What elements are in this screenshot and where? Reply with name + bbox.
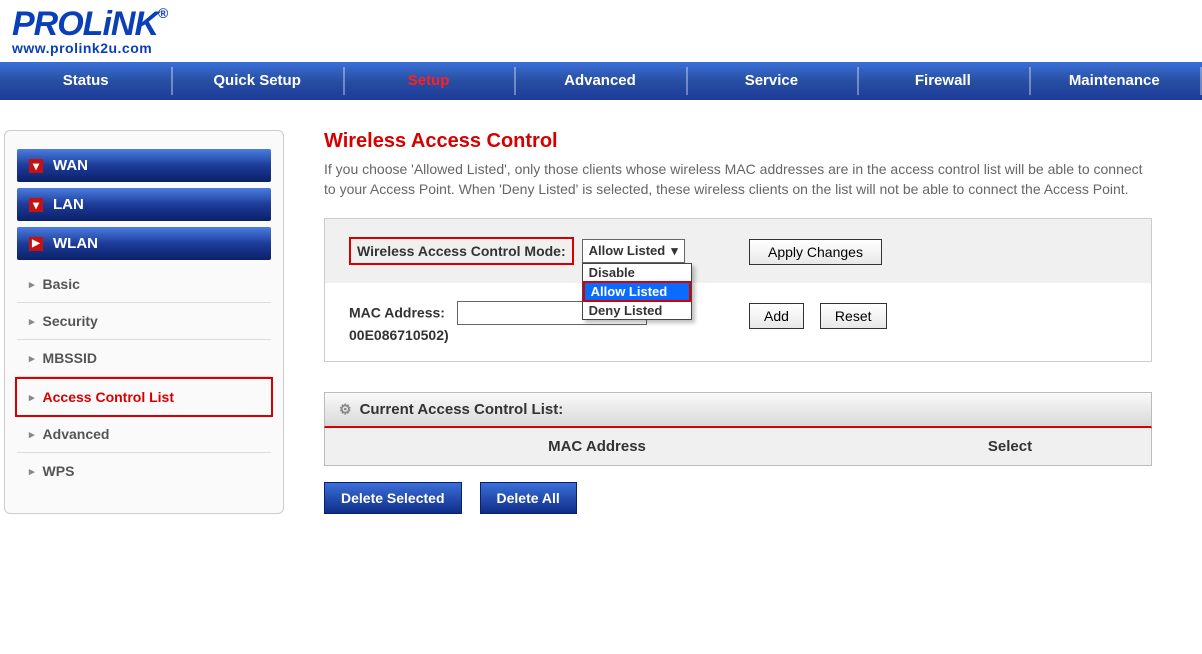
mode-dropdown-button[interactable]: Allow Listed <box>582 239 685 263</box>
tab-service[interactable]: Service <box>686 62 857 100</box>
sidebar-sub-basic[interactable]: ▸ Basic <box>17 266 271 303</box>
sidebar-item-lan[interactable]: LAN <box>17 188 271 221</box>
sidebar-sub-acl[interactable]: ▸ Access Control List <box>15 377 273 417</box>
acl-section-title: Current Access Control List: <box>360 401 564 418</box>
mac-row: MAC Address: 00E086710502) Add Reset <box>325 283 1151 361</box>
sidebar-sub-label: Access Control List <box>43 389 174 405</box>
col-select-header: Select <box>869 428 1151 465</box>
mode-dropdown[interactable]: Allow Listed Disable Allow Listed Deny L… <box>582 239 685 263</box>
chevron-down-icon <box>29 159 43 173</box>
sidebar-label-wan: WAN <box>53 157 88 174</box>
brand-reg: ® <box>158 5 167 21</box>
acl-table: MAC Address Select <box>324 428 1152 466</box>
header-bar: PROLiNK® www.prolink2u.com <box>0 0 1202 56</box>
sidebar-sub-label: Basic <box>43 276 80 292</box>
delete-selected-button[interactable]: Delete Selected <box>324 482 462 514</box>
bullet-icon: ▸ <box>29 428 35 441</box>
sidebar-label-wlan: WLAN <box>53 235 98 252</box>
mac-example: 00E086710502) <box>349 327 749 343</box>
main-nav: Status Quick Setup Setup Advanced Servic… <box>0 62 1202 100</box>
tab-setup[interactable]: Setup <box>343 62 514 100</box>
mac-label: MAC Address: <box>349 304 445 320</box>
apply-changes-button[interactable]: Apply Changes <box>749 239 882 265</box>
sidebar: WAN LAN WLAN ▸ Basic ▸ Security ▸ MBSSID ▸ A… <box>4 130 284 514</box>
sidebar-sub-label: Advanced <box>43 426 110 442</box>
delete-all-button[interactable]: Delete All <box>480 482 577 514</box>
mode-row: Wireless Access Control Mode: Allow List… <box>325 219 1151 283</box>
sidebar-sub-label: Security <box>43 313 98 329</box>
sidebar-sub-security[interactable]: ▸ Security <box>17 303 271 340</box>
bullet-icon: ▸ <box>29 352 35 365</box>
sidebar-item-wan[interactable]: WAN <box>17 149 271 182</box>
brand-logo: PROLiNK® <box>12 5 1190 44</box>
sidebar-sub-mbssid[interactable]: ▸ MBSSID <box>17 340 271 377</box>
sidebar-sub-label: WPS <box>43 463 75 479</box>
mode-dropdown-value: Allow Listed <box>589 243 666 258</box>
brand-name: PROLiNK <box>12 5 158 43</box>
mode-option-allow[interactable]: Allow Listed <box>583 281 691 302</box>
main-content: Wireless Access Control If you choose 'A… <box>324 130 1192 514</box>
sidebar-sub-label: MBSSID <box>43 350 97 366</box>
sidebar-label-lan: LAN <box>53 196 84 213</box>
mode-dropdown-list: Disable Allow Listed Deny Listed <box>582 263 692 320</box>
bullet-icon: ▸ <box>29 465 35 478</box>
sidebar-sub-advanced[interactable]: ▸ Advanced <box>17 416 271 453</box>
mode-option-disable[interactable]: Disable <box>583 264 691 281</box>
gear-icon: ⚙ <box>339 401 352 418</box>
mode-option-deny[interactable]: Deny Listed <box>583 302 691 319</box>
form-block: Wireless Access Control Mode: Allow List… <box>324 218 1152 362</box>
acl-section-header: ⚙ Current Access Control List: <box>324 392 1152 428</box>
tab-firewall[interactable]: Firewall <box>857 62 1028 100</box>
bullet-icon: ▸ <box>29 315 35 328</box>
page-title: Wireless Access Control <box>324 130 1152 153</box>
sidebar-sub-wps[interactable]: ▸ WPS <box>17 453 271 489</box>
tab-maintenance[interactable]: Maintenance <box>1029 62 1200 100</box>
mode-label: Wireless Access Control Mode: <box>357 243 566 259</box>
acl-table-header: MAC Address Select <box>325 428 1151 465</box>
col-mac-header: MAC Address <box>325 428 869 465</box>
reset-button[interactable]: Reset <box>820 303 887 329</box>
tab-status[interactable]: Status <box>0 62 171 100</box>
mode-label-highlight: Wireless Access Control Mode: <box>349 237 574 265</box>
add-button[interactable]: Add <box>749 303 804 329</box>
bullet-icon: ▸ <box>29 391 35 404</box>
chevron-down-icon <box>29 198 43 212</box>
bullet-icon: ▸ <box>29 278 35 291</box>
chevron-right-icon <box>29 237 43 251</box>
bottom-buttons: Delete Selected Delete All <box>324 482 1152 514</box>
page-intro: If you choose 'Allowed Listed', only tho… <box>324 159 1152 200</box>
sidebar-item-wlan[interactable]: WLAN <box>17 227 271 260</box>
tab-quick-setup[interactable]: Quick Setup <box>171 62 342 100</box>
tab-advanced[interactable]: Advanced <box>514 62 685 100</box>
